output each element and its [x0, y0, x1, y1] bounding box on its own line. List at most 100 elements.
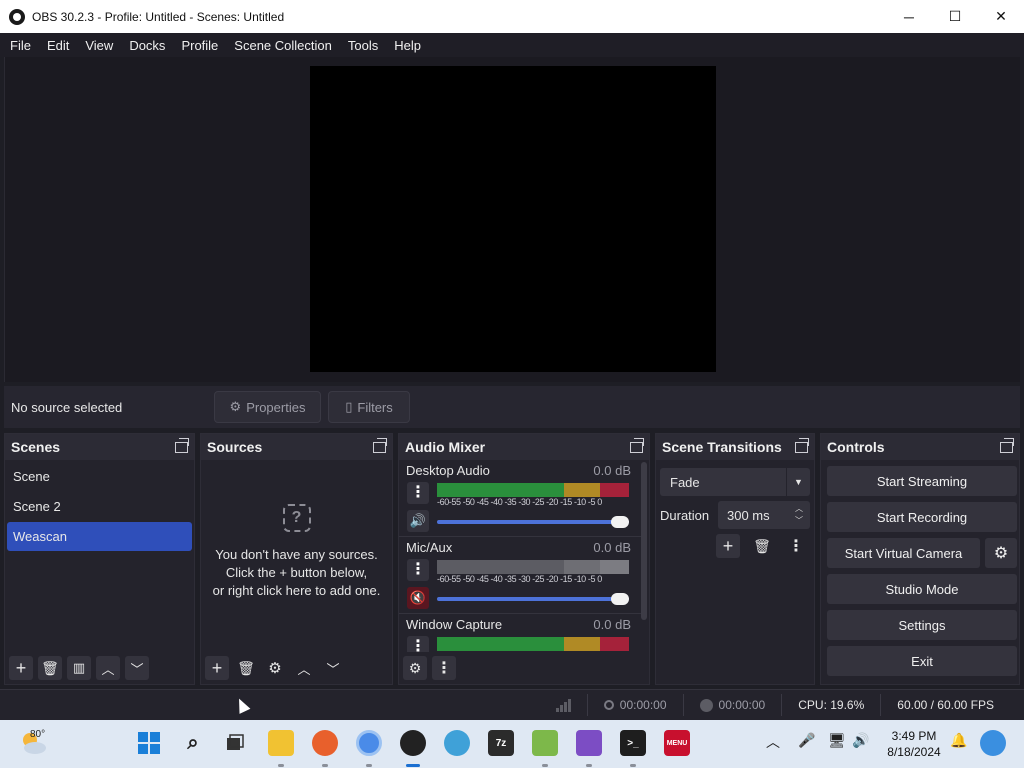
volume-meter	[437, 560, 629, 574]
remove-transition-icon[interactable]: 🗑	[750, 534, 774, 558]
scene-filters-icon[interactable]: ▥	[67, 656, 91, 680]
windows-taskbar: 80° ⌕ 7z >_ MENU ︿ 🎤 🖥 🔊 3:49 PM 8/18/20…	[0, 720, 1024, 768]
start-recording-button[interactable]: Start Recording	[827, 502, 1017, 532]
transition-menu-icon[interactable]: ⋮	[784, 534, 808, 558]
filters-button[interactable]: ▯ Filters	[328, 391, 410, 423]
chrome-icon[interactable]	[356, 730, 382, 756]
sources-empty-state: ? You don't have any sources. Click the …	[201, 504, 392, 600]
maximize-button[interactable]: ☐	[932, 0, 978, 33]
remove-source-icon[interactable]: 🗑	[234, 656, 258, 680]
controls-dock: Controls Start Streaming Start Recording…	[820, 433, 1020, 685]
notepad-plus-icon[interactable]	[532, 730, 558, 756]
source-properties-icon[interactable]: ⚙	[263, 656, 287, 680]
muted-speaker-icon[interactable]: 🔇	[407, 587, 429, 609]
preview-canvas[interactable]	[310, 66, 716, 372]
slider-handle[interactable]	[611, 516, 629, 528]
channel-name: Mic/Aux	[406, 540, 453, 555]
fps-readout: 60.00 / 60.00 FPS	[897, 698, 994, 712]
menu-edit[interactable]: Edit	[39, 38, 77, 53]
menu-scene-collection[interactable]: Scene Collection	[226, 38, 340, 53]
channel-menu-icon[interactable]: ⋮	[407, 482, 429, 504]
preview-area[interactable]	[4, 57, 1020, 382]
settings-button[interactable]: Settings	[827, 610, 1017, 640]
menu-docks[interactable]: Docks	[121, 38, 173, 53]
spin-arrows-icon[interactable]: ︿ ﹀	[788, 501, 810, 529]
move-up-icon[interactable]: ︿	[96, 656, 120, 680]
speaker-icon[interactable]: 🔊	[407, 510, 429, 532]
scene-item[interactable]: Scene 2	[7, 492, 192, 521]
duration-value: 300 ms	[727, 507, 770, 523]
file-explorer-icon[interactable]	[268, 730, 294, 756]
close-button[interactable]: ✕	[978, 0, 1024, 33]
volume-slider[interactable]	[437, 593, 629, 605]
volume-icon[interactable]: 🔊	[852, 732, 869, 749]
remove-scene-icon[interactable]: 🗑	[38, 656, 62, 680]
channel-menu-icon[interactable]: ⋮	[407, 636, 429, 652]
scenes-dock: Scenes Scene Scene 2 Weascan + 🗑 ▥ ︿ ﹀	[4, 433, 195, 685]
channel-name: Desktop Audio	[406, 463, 490, 478]
undock-icon[interactable]	[795, 437, 809, 453]
status-divider	[682, 694, 684, 716]
exit-button[interactable]: Exit	[827, 646, 1017, 676]
notification-bell-icon[interactable]: 🔔	[950, 732, 967, 749]
task-view-icon[interactable]	[222, 730, 248, 756]
status-divider	[880, 694, 882, 716]
transition-select[interactable]: Fade ▼	[660, 468, 810, 496]
sources-dock[interactable]: Sources ? You don't have any sources. Cl…	[200, 433, 393, 685]
visual-studio-icon[interactable]	[576, 730, 602, 756]
undock-icon[interactable]	[630, 437, 644, 453]
obs-icon[interactable]	[400, 730, 426, 756]
filter-icon: ▯	[345, 399, 353, 414]
undock-icon[interactable]	[1000, 437, 1014, 453]
properties-button[interactable]: ⚙ Properties	[214, 391, 321, 423]
copilot-icon[interactable]	[980, 730, 1006, 756]
scene-item[interactable]: Scene	[7, 462, 192, 491]
move-down-icon[interactable]: ﹀	[321, 656, 345, 680]
scenes-header: Scenes	[5, 434, 194, 460]
start-streaming-button[interactable]: Start Streaming	[827, 466, 1017, 496]
menu-app-icon[interactable]: MENU	[664, 730, 690, 756]
undock-icon[interactable]	[373, 437, 387, 453]
add-scene-icon[interactable]: +	[9, 656, 33, 680]
move-down-icon[interactable]: ﹀	[125, 656, 149, 680]
search-icon[interactable]: ⌕	[180, 730, 206, 756]
menu-help[interactable]: Help	[386, 38, 429, 53]
microphone-icon[interactable]: 🎤	[798, 732, 815, 749]
menu-view[interactable]: View	[77, 38, 121, 53]
mixer-menu-icon[interactable]: ⋮	[432, 656, 456, 680]
7zip-icon[interactable]: 7z	[488, 730, 514, 756]
app-icon[interactable]	[444, 730, 470, 756]
menu-profile[interactable]: Profile	[173, 38, 226, 53]
chevron-up-icon[interactable]: ︿	[766, 732, 780, 752]
start-virtual-camera-button[interactable]: Start Virtual Camera	[827, 538, 980, 568]
empty-message-line: Click the + button below,	[225, 565, 368, 580]
sources-title: Sources	[207, 439, 263, 455]
mixer-channels: Desktop Audio 0.0 dB ⋮ -60-55 -50 -45 -4…	[399, 460, 641, 652]
move-up-icon[interactable]: ︿	[292, 656, 316, 680]
menu-tools[interactable]: Tools	[340, 38, 386, 53]
add-source-icon[interactable]: +	[205, 656, 229, 680]
channel-db: 0.0 dB	[593, 617, 631, 632]
terminal-icon[interactable]: >_	[620, 730, 646, 756]
undock-icon[interactable]	[175, 437, 189, 453]
scenes-title: Scenes	[11, 439, 61, 455]
status-bar: 00:00:00 00:00:00 CPU: 19.6% 60.00 / 60.…	[0, 689, 1024, 720]
studio-mode-button[interactable]: Studio Mode	[827, 574, 1017, 604]
start-icon[interactable]	[136, 730, 162, 756]
mixer-scrollbar[interactable]	[641, 462, 647, 620]
taskbar-clock[interactable]: 3:49 PM 8/18/2024	[884, 728, 944, 760]
network-icon[interactable]: 🖥	[828, 732, 846, 749]
add-transition-icon[interactable]: +	[716, 534, 740, 558]
slider-handle[interactable]	[611, 593, 629, 605]
virtual-camera-settings-icon[interactable]: ⚙	[985, 538, 1017, 568]
controls-title: Controls	[827, 439, 885, 455]
scene-item-selected[interactable]: Weascan	[7, 522, 192, 551]
advanced-audio-icon[interactable]: ⚙	[403, 656, 427, 680]
menu-file[interactable]: File	[2, 38, 39, 53]
channel-menu-icon[interactable]: ⋮	[407, 559, 429, 581]
duration-spinbox[interactable]: 300 ms ︿ ﹀	[718, 501, 810, 529]
minimize-button[interactable]: ─	[886, 0, 932, 33]
channel-db: 0.0 dB	[593, 463, 631, 478]
firefox-icon[interactable]	[312, 730, 338, 756]
volume-slider[interactable]	[437, 516, 629, 528]
